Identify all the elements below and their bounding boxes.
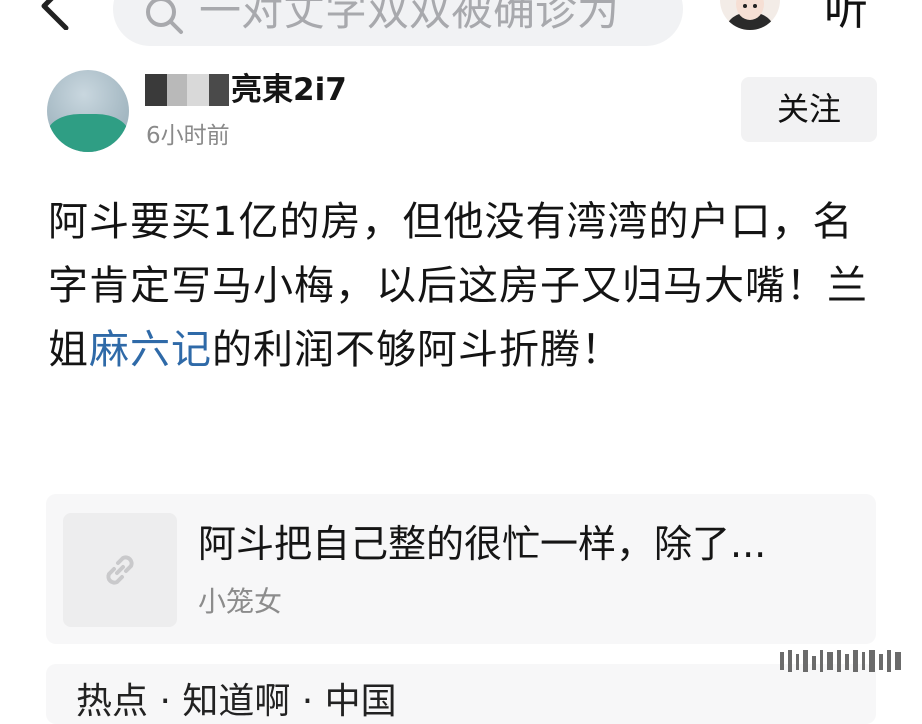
avatar-icon (720, 0, 780, 30)
post-text-part: 的利润不够阿斗折腾！ (212, 327, 622, 373)
back-button[interactable] (30, 0, 80, 31)
article-title: 阿斗把自己整的很忙一样，除了... (198, 522, 767, 566)
link-icon (106, 555, 134, 585)
brand-link[interactable]: 麻六记 (89, 327, 212, 373)
post-content: 阿斗要买1亿的房，但他没有湾湾的户口，名字肯定写马小梅，以后这房子又归马大嘴！兰… (48, 190, 868, 382)
user-avatar[interactable] (720, 0, 780, 30)
article-thumbnail (63, 513, 177, 627)
author-name: 亮東2i7 (231, 72, 347, 108)
search-placeholder: 一对丈字双双被确诊为 (199, 0, 620, 35)
name-mosaic (145, 74, 229, 106)
avatar-shape (47, 114, 129, 152)
search-icon (146, 0, 183, 34)
listen-button[interactable]: 听 (824, 0, 868, 34)
follow-button[interactable]: 关注 (741, 77, 877, 142)
next-card[interactable]: 热点 · 知道啊 · 中国 (46, 664, 876, 724)
linked-article-card[interactable]: 阿斗把自己整的很忙一样，除了... 小笼女 (46, 494, 876, 644)
chevron-left-icon (41, 0, 69, 31)
search-input[interactable]: 一对丈字双双被确诊为 (113, 0, 683, 46)
article-source: 小笼女 (198, 585, 283, 618)
post-timestamp: 6小时前 (146, 123, 230, 149)
watermark-logo (780, 650, 901, 672)
top-bar: 一对丈字双双被确诊为 听 (0, 0, 922, 52)
next-card-text: 热点 · 知道啊 · 中国 (76, 681, 397, 722)
author-avatar[interactable] (47, 70, 129, 152)
